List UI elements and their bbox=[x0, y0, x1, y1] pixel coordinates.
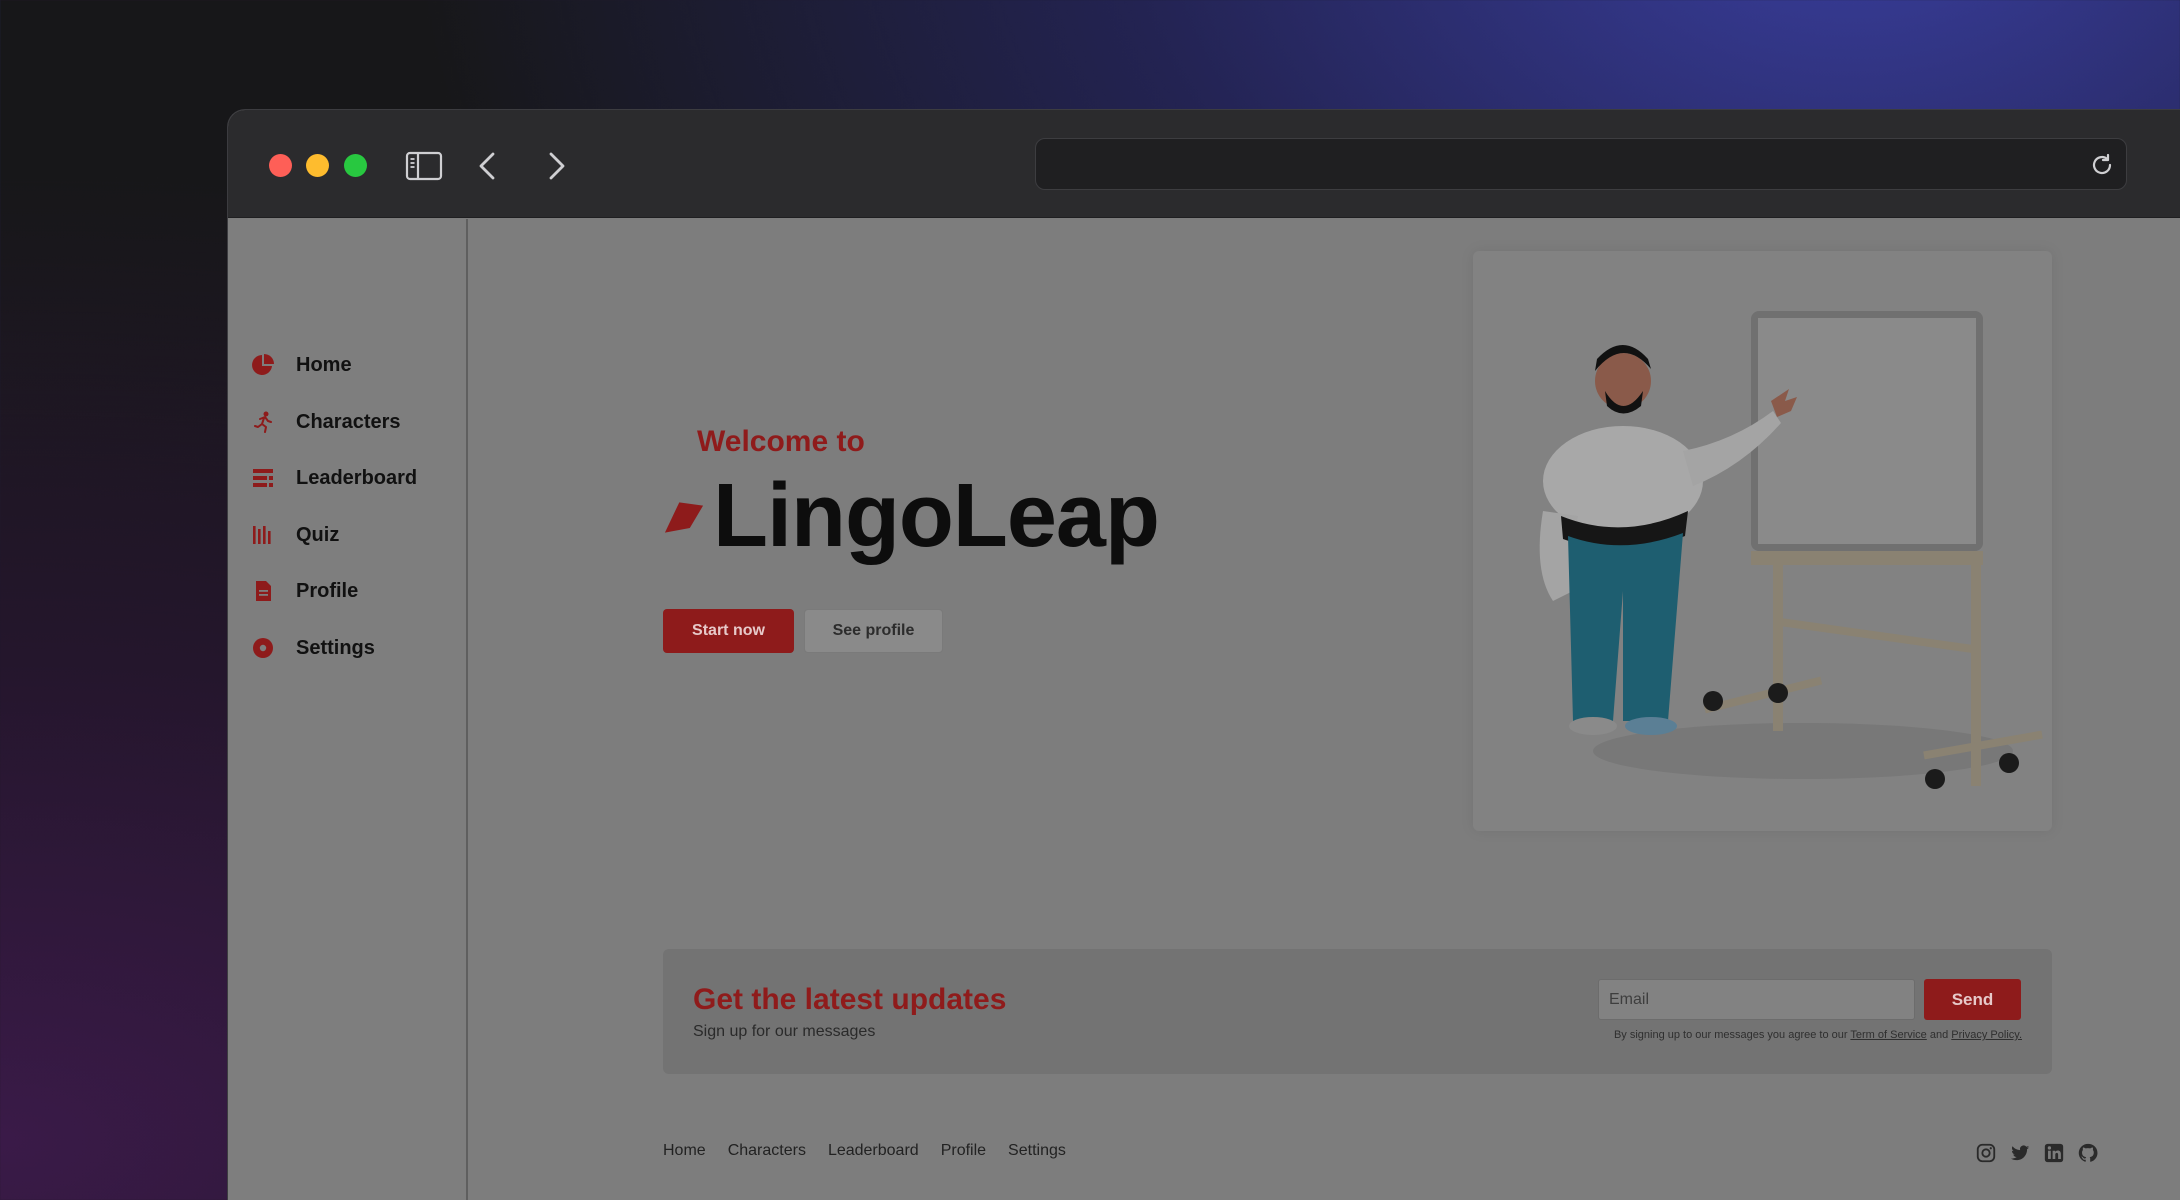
see-profile-button[interactable]: See profile bbox=[804, 609, 943, 653]
social-links bbox=[1975, 1142, 2099, 1164]
legal-and: and bbox=[1929, 1029, 1949, 1041]
man-at-whiteboard-illustration bbox=[1539, 311, 2043, 789]
footer-nav: Home Characters Leaderboard Profile Sett… bbox=[663, 1142, 1066, 1160]
sidebar: Home Characters Leaderboard Quiz Profile bbox=[228, 219, 468, 1200]
brand-logo-icon bbox=[664, 502, 703, 533]
send-button[interactable]: Send bbox=[1924, 979, 2021, 1020]
newsletter-section: Get the latest updates Sign up for our m… bbox=[663, 949, 2052, 1074]
address-bar[interactable] bbox=[1035, 138, 2127, 190]
sidebar-item-label: Settings bbox=[296, 636, 375, 659]
email-input[interactable] bbox=[1598, 979, 1915, 1020]
zoom-window-button[interactable] bbox=[344, 154, 367, 177]
sidebar-item-label: Home bbox=[296, 353, 352, 376]
footer-link-home[interactable]: Home bbox=[663, 1142, 706, 1160]
sidebar-item-label: Leaderboard bbox=[296, 466, 418, 489]
terms-link[interactable]: Term of Service bbox=[1850, 1029, 1926, 1041]
footer-link-characters[interactable]: Characters bbox=[728, 1142, 806, 1160]
close-window-button[interactable] bbox=[269, 154, 292, 177]
sidebar-item-home[interactable]: Home bbox=[250, 345, 450, 385]
minimize-window-button[interactable] bbox=[306, 154, 329, 177]
main-content: Welcome to LingoLeap Start now See profi… bbox=[470, 219, 2180, 1200]
footer-link-settings[interactable]: Settings bbox=[1008, 1142, 1066, 1160]
sidebar-item-characters[interactable]: Characters bbox=[250, 402, 450, 442]
browser-window: Home Characters Leaderboard Quiz Profile bbox=[227, 109, 2180, 1200]
hero-illustration bbox=[1473, 251, 2052, 831]
newsletter-subtitle: Sign up for our messages bbox=[693, 1023, 876, 1040]
footer-link-leaderboard[interactable]: Leaderboard bbox=[828, 1142, 919, 1160]
newsletter-title: Get the latest updates bbox=[693, 983, 1007, 1016]
linkedin-icon[interactable] bbox=[2043, 1142, 2065, 1164]
sidebar-item-label: Characters bbox=[296, 410, 401, 433]
circle-dot-icon bbox=[250, 635, 276, 661]
sidebar-toggle-icon[interactable] bbox=[404, 146, 444, 186]
sidebar-item-label: Quiz bbox=[296, 523, 340, 546]
sidebar-item-settings[interactable]: Settings bbox=[250, 628, 450, 668]
reload-icon[interactable] bbox=[2088, 151, 2116, 179]
pie-chart-icon bbox=[250, 352, 276, 378]
document-icon bbox=[250, 578, 276, 604]
sidebar-item-profile[interactable]: Profile bbox=[250, 571, 450, 611]
bars-icon bbox=[250, 522, 276, 548]
legal-notice: By signing up to our messages you agree … bbox=[1614, 1029, 2022, 1041]
forward-icon[interactable] bbox=[536, 146, 576, 186]
instagram-icon[interactable] bbox=[1975, 1142, 1997, 1164]
list-icon bbox=[250, 465, 276, 491]
sidebar-item-leaderboard[interactable]: Leaderboard bbox=[250, 458, 450, 498]
brand-heading: LingoLeap bbox=[663, 466, 1160, 566]
brand-name: LingoLeap bbox=[713, 466, 1160, 566]
legal-prefix: By signing up to our messages you agree … bbox=[1613, 1029, 1848, 1041]
privacy-link[interactable]: Privacy Policy. bbox=[1951, 1029, 2022, 1041]
github-icon[interactable] bbox=[2077, 1142, 2099, 1164]
sidebar-item-label: Profile bbox=[296, 579, 359, 602]
title-bar bbox=[228, 110, 2180, 218]
sidebar-item-quiz[interactable]: Quiz bbox=[250, 515, 450, 555]
start-now-button[interactable]: Start now bbox=[663, 609, 794, 653]
back-icon[interactable] bbox=[468, 146, 508, 186]
welcome-text: Welcome to bbox=[697, 425, 865, 458]
running-figure-icon bbox=[250, 409, 276, 435]
twitter-icon[interactable] bbox=[2009, 1142, 2031, 1164]
footer-link-profile[interactable]: Profile bbox=[941, 1142, 986, 1160]
